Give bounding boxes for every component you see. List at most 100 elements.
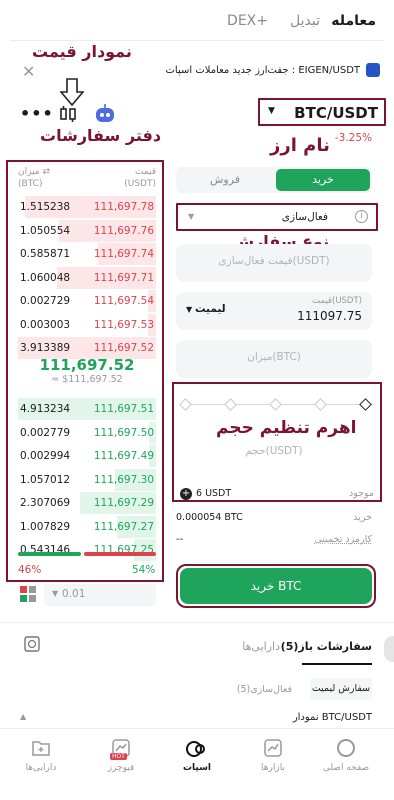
order-price: 111,697.52 [93, 342, 154, 354]
bottom-nav: صفحه اصلی بازارها اسپات HOT فیوچرز دارای… [0, 728, 394, 792]
order-qty: 0.002779 [20, 426, 71, 439]
order-price: 111,697.50 [93, 426, 154, 439]
tab-open-orders[interactable]: سفارشات باز(5) [281, 640, 372, 653]
ratio-bar [18, 552, 156, 556]
add-funds-icon[interactable]: + [180, 488, 192, 500]
order-price: 111,697.74 [93, 248, 154, 260]
buy-button[interactable]: خرید BTC [180, 568, 372, 604]
chart-toggle-row[interactable]: ▲ نمودار BTC/USDT [18, 712, 372, 728]
order-price: 111,697.30 [93, 473, 154, 486]
ask-row[interactable]: 1.515238 111,697.78 [18, 196, 156, 218]
price-value[interactable]: 111097.75 [297, 309, 362, 323]
fee-label: کارمزد تخمینی [314, 534, 372, 545]
buy-qty-label: خرید [353, 512, 372, 523]
bid-row[interactable]: 1.057012 111,697.30 [18, 468, 156, 491]
order-type-select[interactable]: i فعال‌سازی ▼ [176, 203, 378, 231]
close-icon[interactable]: ✕ [22, 62, 35, 81]
order-price: 111,697.49 [93, 450, 154, 462]
top-tabs: معامله تبدیل DEX+ [200, 10, 376, 34]
bid-row[interactable]: 0.002994 111,697.49 [18, 445, 156, 467]
ask-row[interactable]: 0.003003 111,697.53 [18, 313, 156, 336]
caret-down-icon: ▼ [268, 106, 275, 116]
order-qty: 1.060048 [20, 271, 71, 284]
caret-down-icon: ▼ [186, 305, 195, 314]
caret-down-icon: ▼ [188, 212, 195, 221]
nav-futures[interactable]: HOT فیوچرز [96, 739, 146, 773]
nav-markets[interactable]: بازارها [248, 739, 298, 773]
section-divider [0, 622, 394, 623]
bid-row[interactable]: 2.307069 111,697.29 [18, 492, 156, 514]
annotation-order-book: دفتر سفارشات [40, 126, 162, 145]
ask-row[interactable]: 1.050554 111,697.76 [18, 219, 156, 242]
total-input[interactable]: حجم(USDT) [176, 432, 372, 470]
tab-dex[interactable]: DEX+ [227, 13, 268, 29]
candlestick-chart-icon[interactable] [58, 106, 78, 125]
available-value: 6 USDT [196, 488, 232, 499]
last-price[interactable]: 111,697.52 [18, 356, 156, 374]
amount-placeholder: میزان(BTC) [247, 351, 301, 363]
limit-label[interactable]: ▼ لیمیت [186, 303, 226, 315]
banner-text[interactable]: جفت‌ارز جدید معاملات اسپات : EIGEN/USDT [166, 65, 361, 76]
price-change: -3.25% [334, 132, 372, 144]
bid-row[interactable]: 1.007829 111,697.27 [18, 515, 156, 538]
order-qty: 0.003003 [20, 318, 71, 331]
ask-row[interactable]: 1.060048 111,697.71 [18, 266, 156, 289]
more-icon[interactable]: ••• [20, 104, 54, 123]
scroll-handle[interactable] [384, 636, 394, 662]
buy-tab[interactable]: خرید [276, 169, 370, 191]
top-divider [10, 40, 384, 41]
home-icon [337, 739, 355, 757]
info-icon[interactable]: i [355, 210, 368, 223]
order-qty: 3.913389 [20, 342, 71, 354]
pair-selector[interactable]: BTC/USDT ▼ [258, 98, 386, 126]
order-qty: 4.913234 [20, 403, 71, 415]
order-price: 111,697.29 [93, 497, 154, 509]
sell-percent: 46% [18, 564, 42, 576]
buy-percent: 54% [132, 564, 156, 576]
tab-assets[interactable]: دارایی‌ها [242, 640, 280, 653]
annotation-price-chart: نمودار قیمت [32, 42, 132, 61]
order-price: 111,697.51 [93, 403, 154, 415]
tab-convert[interactable]: تبدیل [290, 13, 320, 29]
order-qty: 0.002729 [20, 295, 71, 307]
annotation-asset-name: نام ارز [270, 135, 330, 156]
filter-trigger[interactable]: فعال‌سازی(5) [237, 684, 292, 695]
spot-coins-icon [186, 739, 208, 759]
nav-home[interactable]: صفحه اصلی [318, 739, 374, 773]
order-price: 111,697.78 [93, 201, 154, 213]
trigger-price-input[interactable]: قیمت فعال‌سازی(USDT) [176, 244, 372, 282]
tab-trade[interactable]: معامله [331, 13, 376, 29]
last-price-fiat: ≈ $111,697.52 [51, 374, 123, 385]
order-type-value: فعال‌سازی [281, 211, 328, 223]
megaphone-icon [366, 63, 380, 77]
trigger-placeholder: قیمت فعال‌سازی(USDT) [218, 255, 330, 267]
caret-down-icon: ▼ [52, 589, 59, 598]
total-placeholder: حجم(USDT) [245, 445, 303, 457]
precision-select[interactable]: ▼ 0.01 [44, 584, 156, 606]
pair-name[interactable]: BTC/USDT [294, 104, 378, 122]
depth-view-icon[interactable] [20, 586, 36, 605]
ask-row[interactable]: 0.002729 111,697.54 [18, 290, 156, 312]
arrow-down-icon [59, 78, 85, 109]
order-qty: 1.007829 [20, 520, 71, 533]
filter-limit-order[interactable]: سفارش لیمیت [310, 678, 372, 700]
limit-price-input[interactable]: ▼ لیمیت قیمت(USDT) 111097.75 [176, 292, 372, 330]
order-qty: 0.002994 [20, 450, 71, 462]
swap-icon[interactable]: ⇄ [43, 167, 51, 177]
order-price: 111,697.71 [93, 271, 154, 284]
fee-value: -- [176, 534, 184, 545]
orderbook-header-qty: میزان ⇄ (BTC) [18, 167, 51, 189]
sell-tab[interactable]: فروش [178, 169, 272, 191]
bot-icon[interactable] [94, 104, 116, 127]
nav-spot[interactable]: اسپات [172, 739, 222, 773]
bid-row[interactable]: 0.543146 111,697.25 [18, 539, 156, 561]
price-label: قیمت(USDT) [312, 296, 362, 306]
bid-row[interactable]: 0.002779 111,697.50 [18, 421, 156, 444]
nav-assets[interactable]: دارایی‌ها [16, 739, 66, 773]
bid-row[interactable]: 4.913234 111,697.51 [18, 398, 156, 420]
order-history-icon[interactable] [24, 636, 40, 655]
amount-input[interactable]: میزان(BTC) [176, 340, 372, 378]
order-qty: 1.050554 [20, 224, 71, 237]
ask-row[interactable]: 0.585871 111,697.74 [18, 243, 156, 265]
order-price: 111,697.27 [93, 520, 154, 533]
